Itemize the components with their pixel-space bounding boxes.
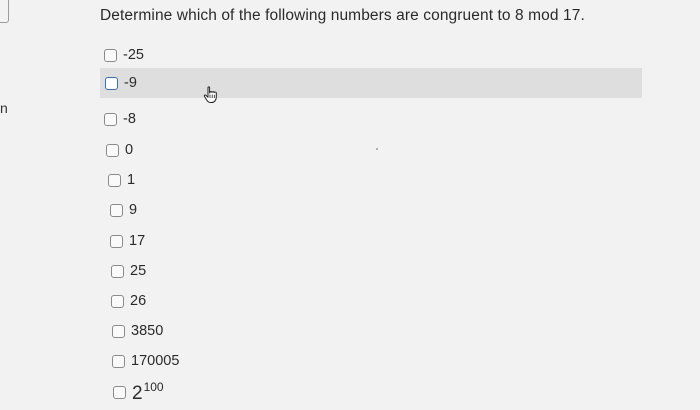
checkbox[interactable] <box>105 76 118 90</box>
checkbox[interactable] <box>113 385 126 399</box>
checkbox[interactable] <box>104 112 117 126</box>
option-neg-25[interactable]: -25 <box>104 42 144 68</box>
option-2-pow-100[interactable]: 2100 <box>113 379 164 405</box>
option-0[interactable]: 0 <box>106 137 133 163</box>
option-label: 26 <box>130 293 147 309</box>
option-label: 1 <box>127 172 136 188</box>
option-label: 9 <box>129 202 138 218</box>
option-label: -25 <box>123 47 144 63</box>
checkbox[interactable] <box>110 203 123 217</box>
option-neg-8[interactable]: -8 <box>104 106 136 132</box>
option-3850[interactable]: 3850 <box>112 318 163 344</box>
option-label: 0 <box>125 142 134 158</box>
option-25[interactable]: 25 <box>111 258 146 284</box>
checkbox[interactable] <box>111 264 124 278</box>
option-170005[interactable]: 170005 <box>112 348 179 374</box>
checkbox[interactable] <box>112 354 125 368</box>
answer-options-list: -25 -9 -8 0 1 9 17 25 26 3850 170005 210… <box>0 0 700 410</box>
option-label: 3850 <box>131 323 164 339</box>
checkbox[interactable] <box>110 234 123 248</box>
option-label: 170005 <box>131 353 180 369</box>
option-label: 25 <box>130 263 147 279</box>
option-neg-9[interactable]: -9 <box>100 68 642 98</box>
decorative-dot <box>376 148 378 150</box>
checkbox[interactable] <box>111 294 124 308</box>
hand-pointer-icon <box>203 86 217 103</box>
option-26[interactable]: 26 <box>111 288 146 314</box>
checkbox[interactable] <box>106 143 119 157</box>
option-label: 17 <box>129 233 146 249</box>
checkbox[interactable] <box>104 48 117 62</box>
checkbox[interactable] <box>108 173 121 187</box>
checkbox[interactable] <box>112 324 125 338</box>
option-1[interactable]: 1 <box>108 167 135 193</box>
option-label: 2100 <box>132 380 164 405</box>
exponent-base: 2 <box>132 382 143 404</box>
option-label: -9 <box>124 75 137 91</box>
option-17[interactable]: 17 <box>110 228 145 254</box>
option-9[interactable]: 9 <box>110 197 137 223</box>
exponent-power: 100 <box>143 379 164 394</box>
option-label: -8 <box>123 111 136 127</box>
